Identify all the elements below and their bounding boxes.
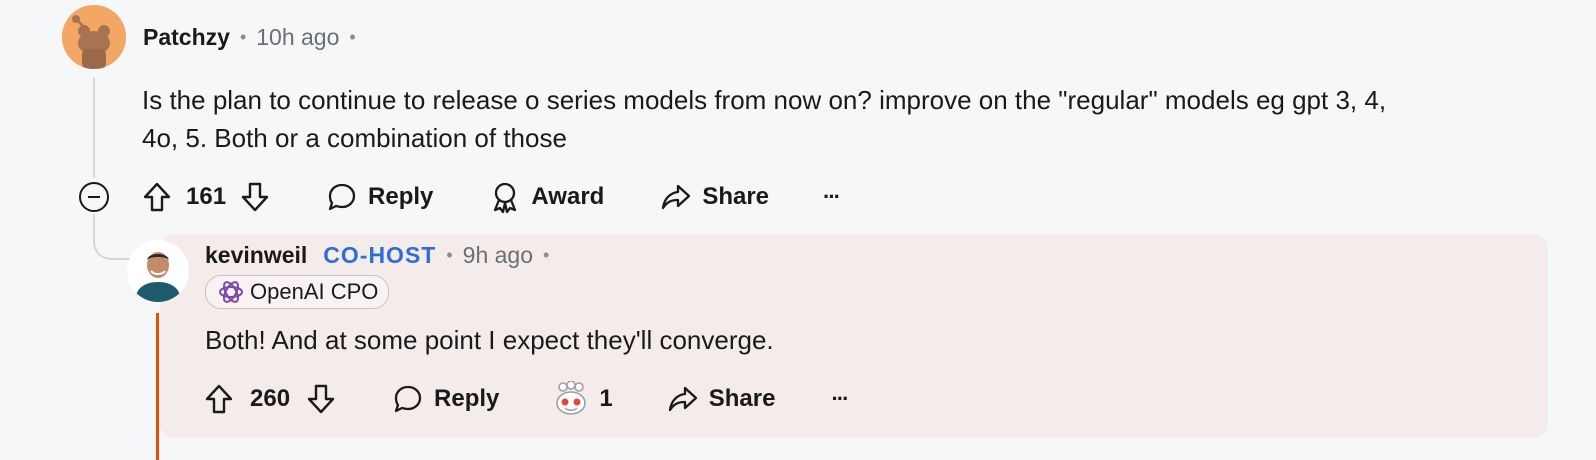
flair-text: OpenAI CPO bbox=[250, 279, 379, 304]
reply-label: Reply bbox=[368, 183, 434, 210]
vote-score: 161 bbox=[186, 183, 227, 210]
snoo-avatar-icon bbox=[62, 5, 126, 69]
downvote-button[interactable] bbox=[240, 181, 270, 213]
more-icon: ··· bbox=[831, 386, 849, 411]
upvote-button[interactable] bbox=[204, 383, 234, 415]
collapse-button[interactable] bbox=[78, 181, 110, 213]
award-count: 1 bbox=[599, 385, 613, 412]
reply-label: Reply bbox=[434, 385, 500, 412]
avatar[interactable] bbox=[62, 5, 126, 69]
reply-icon bbox=[328, 183, 356, 211]
comment-action-bar: 161 Reply Award Share ··· bbox=[142, 178, 841, 216]
share-button[interactable]: Share bbox=[667, 383, 776, 415]
award-label: Award bbox=[531, 183, 605, 210]
reply-author[interactable]: kevinweil bbox=[205, 242, 307, 269]
award-button[interactable]: Award bbox=[489, 180, 604, 214]
separator-dot: • bbox=[543, 244, 550, 265]
downvote-icon bbox=[241, 182, 269, 212]
downvote-icon bbox=[307, 384, 335, 414]
vote-score: 260 bbox=[250, 385, 291, 412]
reply-header: kevinweil CO-HOST • 9h ago • bbox=[205, 238, 549, 272]
separator-dot: • bbox=[446, 244, 453, 265]
reply-icon bbox=[394, 385, 422, 413]
comment-body-line: 4o, 5. Both or a combination of those bbox=[142, 123, 567, 153]
vote-group: 161 bbox=[142, 181, 270, 213]
award-snoo-icon bbox=[556, 381, 587, 415]
separator-dot: • bbox=[349, 26, 356, 47]
reply-time[interactable]: 9h ago bbox=[463, 242, 533, 269]
share-label: Share bbox=[708, 385, 776, 412]
comment-header: Patchzy • 10h ago • bbox=[143, 20, 356, 54]
user-flair: OpenAI CPO bbox=[205, 275, 390, 309]
reply-body: Both! And at some point I expect they'll… bbox=[205, 325, 774, 355]
comment-time[interactable]: 10h ago bbox=[256, 24, 339, 51]
upvote-button[interactable] bbox=[142, 181, 172, 213]
comment-body-line: Is the plan to continue to release o ser… bbox=[142, 85, 1387, 115]
share-label: Share bbox=[702, 183, 770, 210]
thread-line-elbow bbox=[93, 214, 133, 260]
share-icon bbox=[668, 386, 697, 412]
reply-button[interactable]: Reply bbox=[326, 181, 433, 213]
share-icon bbox=[662, 184, 691, 210]
more-icon: ··· bbox=[823, 184, 841, 209]
reply-button[interactable]: Reply bbox=[392, 383, 499, 415]
person-avatar-icon bbox=[127, 240, 189, 302]
more-options-button[interactable]: ··· bbox=[823, 184, 841, 210]
upvote-icon bbox=[143, 182, 171, 212]
comment-author[interactable]: Patchzy bbox=[143, 24, 230, 51]
share-button[interactable]: Share bbox=[660, 181, 769, 213]
separator-dot: • bbox=[239, 26, 247, 47]
comment-body: Is the plan to continue to release o ser… bbox=[142, 81, 1562, 157]
openai-icon bbox=[219, 281, 243, 303]
more-options-button[interactable]: ··· bbox=[831, 386, 849, 412]
reply-avatar[interactable] bbox=[127, 240, 189, 302]
reply-thread-line bbox=[156, 313, 159, 460]
thread-line bbox=[93, 78, 95, 178]
vote-group: 260 bbox=[204, 383, 336, 415]
collapse-icon bbox=[79, 182, 109, 212]
downvote-button[interactable] bbox=[306, 383, 336, 415]
reply-action-bar: 260 Reply 1 Share ··· bbox=[204, 380, 849, 418]
award-count-button[interactable]: 1 bbox=[553, 381, 613, 417]
upvote-icon bbox=[205, 384, 233, 414]
cohost-badge: CO-HOST bbox=[323, 241, 437, 268]
award-icon bbox=[494, 182, 517, 214]
